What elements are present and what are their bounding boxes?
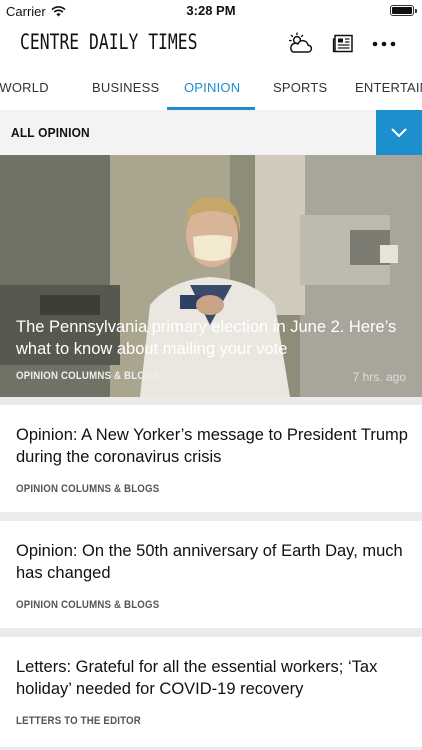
tab-opinion[interactable]: OPINION: [184, 66, 240, 110]
eedition-button[interactable]: [330, 31, 356, 57]
status-time: 3:28 PM: [186, 3, 236, 18]
section-title: ALL OPINION: [11, 125, 90, 140]
tab-entertainment[interactable]: ENTERTAINMENT: [355, 66, 422, 110]
status-bar: Carrier 3:28 PM: [0, 0, 422, 22]
article-title: Opinion: A New Yorker’s message to Presi…: [16, 426, 408, 466]
article-title: Letters: Grateful for all the essential …: [16, 658, 378, 698]
article-category: LETTERS TO THE EDITOR: [16, 715, 141, 727]
more-icon: [372, 41, 396, 47]
article-card[interactable]: Letters: Grateful for all the essential …: [0, 637, 422, 747]
app-logo[interactable]: CENTRE DAILY TIMES: [20, 30, 198, 54]
tab-sports[interactable]: SPORTS: [273, 66, 327, 110]
tab-business[interactable]: BUSINESS: [92, 66, 159, 110]
more-button[interactable]: [371, 31, 397, 57]
section-tabs: N/WORLD BUSINESS OPINION SPORTS ENTERTAI…: [0, 66, 422, 110]
hero-title: The Pennsylvania primary election in Jun…: [16, 318, 397, 358]
article-card[interactable]: Opinion: A New Yorker’s message to Presi…: [0, 405, 422, 512]
hero-article[interactable]: The Pennsylvania primary election in Jun…: [0, 155, 422, 397]
chevron-down-icon: [391, 128, 407, 137]
weather-icon: [288, 32, 313, 53]
hero-category: OPINION COLUMNS & BLOGS: [16, 370, 160, 382]
battery-icon: [390, 5, 417, 16]
hero-timestamp: 7 hrs. ago: [352, 370, 406, 384]
article-category: OPINION COLUMNS & BLOGS: [16, 599, 160, 611]
newspaper-icon: [332, 34, 353, 53]
section-bar: ALL OPINION: [0, 110, 422, 155]
section-dropdown-button[interactable]: [376, 110, 422, 155]
weather-button[interactable]: [287, 31, 313, 57]
hero-image: [0, 155, 422, 397]
tab-world[interactable]: N/WORLD: [0, 66, 49, 110]
article-card[interactable]: Opinion: On the 50th anniversary of Eart…: [0, 521, 422, 628]
article-title: Opinion: On the 50th anniversary of Eart…: [16, 542, 403, 582]
app-header: CENTRE DAILY TIMES: [0, 22, 422, 66]
hero-meta: OPINION COLUMNS & BLOGS 7 hrs. ago: [16, 370, 406, 384]
article-category: OPINION COLUMNS & BLOGS: [16, 483, 160, 495]
